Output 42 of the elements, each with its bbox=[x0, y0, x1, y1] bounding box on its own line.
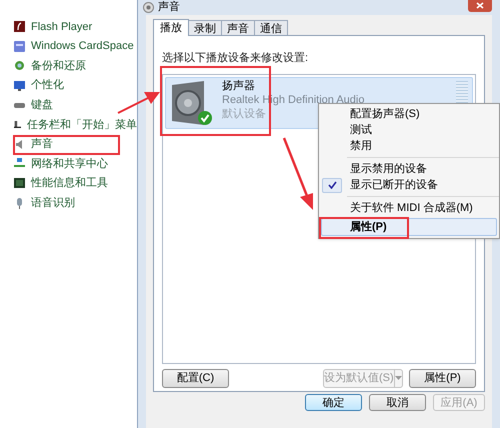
monitor-icon bbox=[14, 178, 25, 190]
menu-item[interactable]: 关于软件 MIDI 合成器(M) bbox=[321, 200, 497, 216]
flash-icon bbox=[14, 21, 25, 32]
checkmark-icon bbox=[328, 181, 336, 189]
button[interactable]: 确定 bbox=[305, 394, 362, 411]
network-icon bbox=[14, 158, 25, 170]
close-icon bbox=[476, 2, 484, 9]
tab[interactable]: 声音 bbox=[221, 20, 255, 35]
control-panel-link[interactable]: 网络和共享中心 bbox=[31, 156, 108, 172]
tab[interactable]: 录制 bbox=[188, 20, 222, 35]
backup-icon bbox=[14, 60, 25, 72]
menu-item[interactable]: 属性(P) bbox=[321, 218, 497, 236]
menu-item[interactable]: 禁用 bbox=[321, 138, 497, 154]
device-name: 扬声器 bbox=[222, 78, 255, 92]
control-panel-link[interactable]: 键盘 bbox=[31, 96, 53, 114]
button[interactable]: 取消 bbox=[369, 394, 426, 411]
tab[interactable]: 通信 bbox=[254, 20, 288, 35]
control-panel-link[interactable]: Flash Player bbox=[31, 18, 92, 36]
control-panel-link[interactable]: 任务栏和「开始」菜单 bbox=[27, 116, 137, 134]
microphone-icon bbox=[14, 198, 25, 209]
button[interactable]: 配置(C) bbox=[162, 368, 229, 388]
instruction-text: 选择以下播放设备来修改设置: bbox=[162, 51, 310, 66]
monitor-icon bbox=[14, 80, 25, 92]
taskbar-icon bbox=[14, 119, 21, 130]
menu-item[interactable]: 显示禁用的设备 bbox=[321, 161, 497, 177]
close-button[interactable] bbox=[468, 0, 492, 12]
tab[interactable]: 播放 bbox=[153, 19, 189, 36]
menu-item[interactable]: 显示已断开的设备 bbox=[321, 177, 497, 193]
control-panel-link[interactable]: 语音识别 bbox=[31, 194, 75, 212]
control-panel-link[interactable]: 备份和还原 bbox=[31, 58, 86, 74]
annotation-arrow bbox=[118, 92, 160, 114]
button[interactable]: 属性(P) bbox=[409, 368, 476, 388]
control-panel-link[interactable]: 性能信息和工具 bbox=[31, 175, 108, 192]
volume-meter bbox=[456, 80, 468, 102]
control-panel-link[interactable]: 声音 bbox=[31, 136, 53, 153]
control-panel-link[interactable]: 个性化 bbox=[31, 77, 64, 94]
caret-icon bbox=[394, 376, 402, 380]
device-status: 默认设备 bbox=[222, 106, 266, 120]
control-panel-link[interactable]: Windows CardSpace bbox=[31, 38, 134, 55]
checkmark-icon bbox=[198, 110, 212, 124]
card-icon bbox=[14, 40, 25, 52]
window-title: 声音 bbox=[158, 0, 180, 16]
